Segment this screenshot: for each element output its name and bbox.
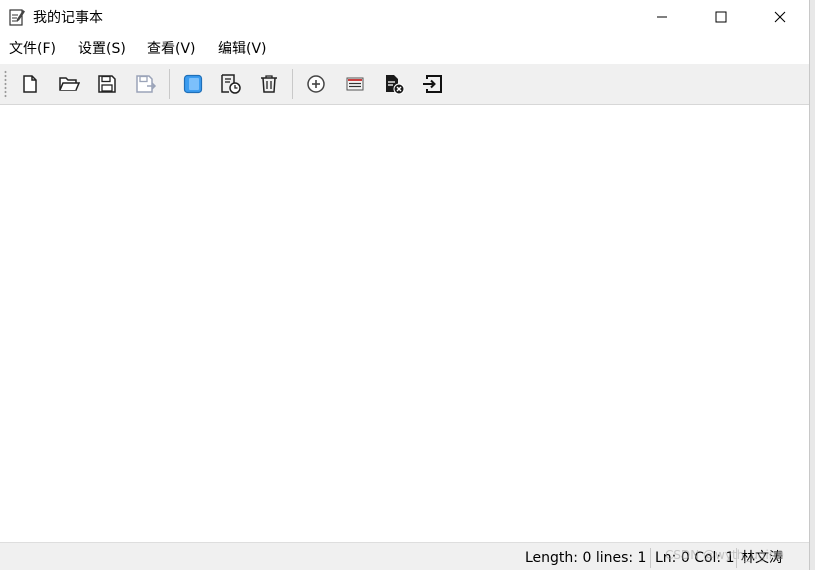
title-bar[interactable]: 我的记事本 [0,0,809,35]
notepad-app-icon [9,8,25,26]
document-history-icon [221,74,241,94]
new-file-icon [23,75,37,93]
toolbar-separator [169,69,170,99]
delete-button[interactable] [254,70,284,98]
maximize-icon [715,11,727,23]
watermark: CSDN @wyth_ugin9 [665,548,785,562]
list-view-button[interactable] [340,70,370,98]
save-icon [98,75,116,93]
menu-settings[interactable]: 设置(S) [78,40,126,58]
toolbar-separator [292,69,293,99]
toolbar-grip[interactable] [4,70,7,99]
menu-file[interactable]: 文件(F) [9,40,56,58]
sidebar-toggle-button[interactable] [178,70,208,98]
new-file-button[interactable] [15,70,45,98]
status-separator [650,548,651,568]
status-length-lines: Length: 0 lines: 1 [525,550,647,566]
open-file-button[interactable] [54,70,84,98]
trash-icon [261,75,277,93]
exit-icon [423,75,442,93]
minimize-button[interactable] [633,0,691,34]
editor-text-area[interactable] [0,106,809,542]
sidebar-toggle-icon [183,74,203,94]
add-button[interactable] [301,70,331,98]
open-folder-icon [59,77,80,91]
toolbar [0,64,809,105]
save-as-button[interactable] [131,70,161,98]
file-delete-button[interactable] [379,70,409,98]
document-history-button[interactable] [216,70,246,98]
maximize-button[interactable] [692,0,750,34]
save-as-icon [136,75,157,93]
notepad-window: 我的记事本 文件(F) 设置(S) 查看(V) 编辑(V) Length: 0 … [0,0,809,570]
save-button[interactable] [92,70,122,98]
background-window-edge [809,0,815,570]
menu-bar: 文件(F) 设置(S) 查看(V) 编辑(V) [0,36,809,63]
window-title: 我的记事本 [33,10,103,26]
menu-view[interactable]: 查看(V) [147,40,196,58]
menu-edit[interactable]: 编辑(V) [218,40,267,58]
list-view-icon [346,77,364,91]
close-button[interactable] [751,0,809,34]
minimize-icon [657,16,667,18]
add-circle-icon [307,75,325,93]
close-icon [774,11,786,23]
exit-button[interactable] [417,70,447,98]
file-delete-icon [386,75,405,95]
